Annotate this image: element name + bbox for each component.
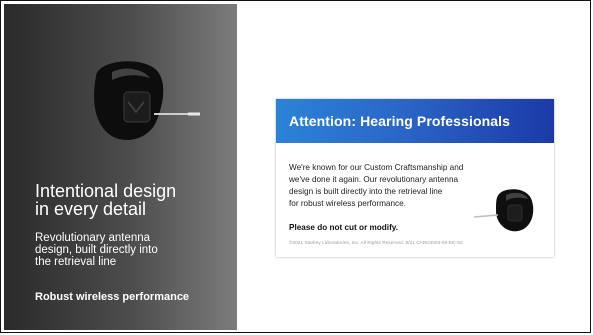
left-panel: Intentional design in every detail Revol… <box>4 4 237 330</box>
card-body: We're known for our Custom Craftsmanship… <box>289 163 464 208</box>
card-warning: Please do not cut or modify. <box>289 223 399 232</box>
attention-card: Attention: Hearing Professionals We're k… <box>276 99 554 257</box>
card-footer: ©2021 Starkey Laboratories, Inc. All Rig… <box>289 240 464 245</box>
card-header: Attention: Hearing Professionals <box>276 99 554 143</box>
card-title: Attention: Hearing Professionals <box>289 113 511 129</box>
panel-description: Revolutionary antenna design, built dire… <box>35 232 158 268</box>
panel-title: Intentional design in every detail <box>35 181 177 219</box>
panel-highlight: Robust wireless performance <box>35 291 190 303</box>
hearing-aid-icon <box>473 189 534 232</box>
hearing-aid-icon <box>94 61 200 141</box>
